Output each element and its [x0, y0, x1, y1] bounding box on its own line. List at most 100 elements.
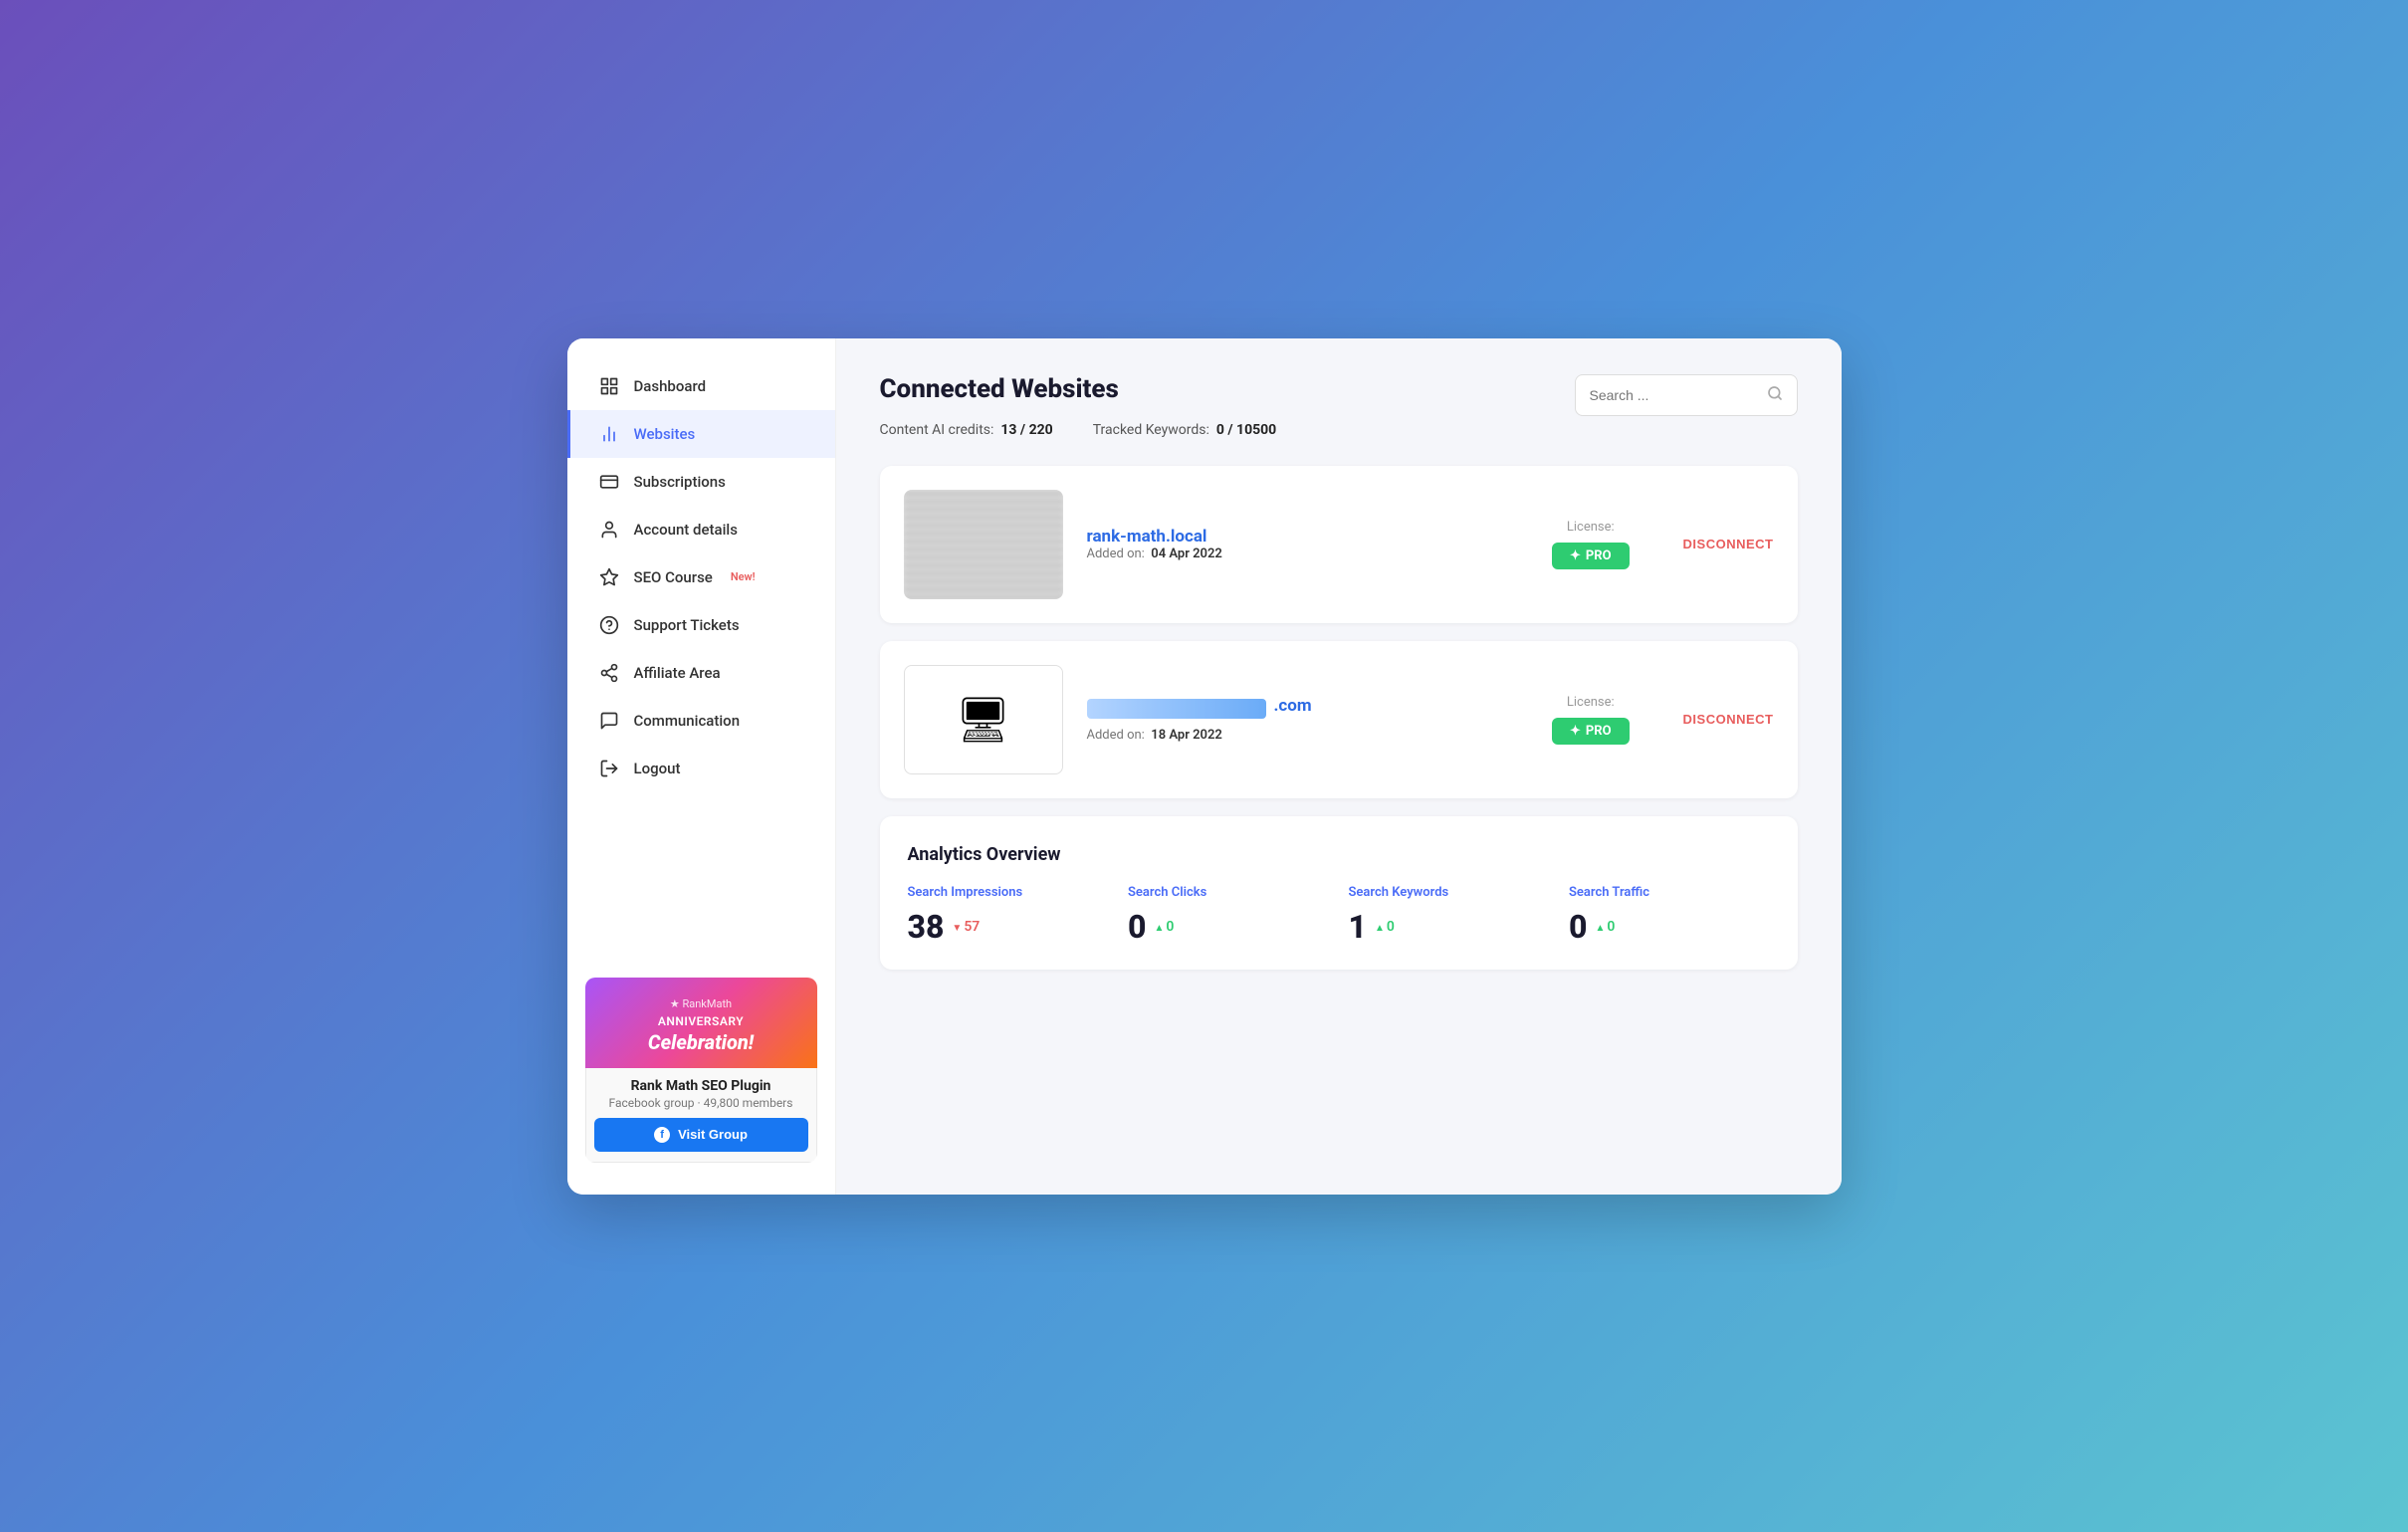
logout-icon [598, 758, 620, 779]
pro-badge-2: ✦ PRO [1552, 718, 1630, 745]
sidebar-item-label: Communication [634, 712, 741, 730]
promo-title: ANNIVERSARY [601, 1014, 801, 1028]
delta-up-arrow-traffic [1595, 919, 1605, 935]
analytics-value-row-keywords: 1 0 [1349, 908, 1550, 946]
sidebar-nav: Dashboard Websites Subscriptions [567, 362, 835, 962]
website-info-1: rank-math.local Added on: 04 Apr 2022 [1087, 527, 1528, 561]
delta-down-arrow [952, 919, 962, 935]
analytics-delta-keywords: 0 [1375, 919, 1395, 935]
analytics-label-clicks: Search Clicks [1128, 885, 1329, 900]
search-input[interactable] [1590, 387, 1759, 403]
page-header: Connected Websites [880, 374, 1798, 416]
sidebar-item-dashboard[interactable]: Dashboard [567, 362, 835, 410]
license-label-2: License: [1567, 695, 1615, 710]
delta-up-arrow-keywords [1375, 919, 1385, 935]
analytics-value-row-clicks: 0 0 [1128, 908, 1329, 946]
disconnect-button-1[interactable]: DISCONNECT [1683, 537, 1774, 551]
website-card-2: 🖥 .com Added on: 18 Apr 2022 License: ✦ … [880, 641, 1798, 798]
websites-icon [598, 423, 620, 445]
credits-row: Content AI credits: 13 / 220 Tracked Key… [880, 422, 1798, 438]
website-thumbnail-2: 🖥 [904, 665, 1063, 774]
website-thumbnail-1 [904, 490, 1063, 599]
analytics-delta-traffic: 0 [1595, 919, 1615, 935]
analytics-item-impressions: Search Impressions 38 57 [908, 885, 1109, 946]
pro-badge-text: PRO [1586, 548, 1612, 563]
search-icon [1767, 385, 1783, 405]
promo-brand: ★ RankMath [601, 997, 801, 1010]
website-name-blur [1087, 699, 1266, 719]
analytics-label-traffic: Search Traffic [1569, 885, 1770, 900]
sidebar-item-account[interactable]: Account details [567, 506, 835, 553]
analytics-value-row-traffic: 0 0 [1569, 908, 1770, 946]
sidebar-item-label: Account details [634, 521, 738, 539]
analytics-label-impressions: Search Impressions [908, 885, 1109, 900]
promo-info: Rank Math SEO Plugin Facebook group · 49… [585, 1068, 817, 1163]
analytics-label-keywords: Search Keywords [1349, 885, 1550, 900]
main-content: Connected Websites Content AI credits: 1… [836, 338, 1842, 1195]
website-date-1: 04 Apr 2022 [1151, 547, 1222, 561]
sidebar-item-label: Logout [634, 760, 681, 777]
website-added-2: Added on: 18 Apr 2022 [1087, 728, 1528, 743]
promo-card: ★ RankMath ANNIVERSARY Celebration! Rank… [585, 978, 817, 1163]
keywords-value: 0 / 10500 [1216, 422, 1276, 438]
pro-star-icon-2: ✦ [1570, 724, 1581, 739]
analytics-item-traffic: Search Traffic 0 0 [1569, 885, 1770, 946]
thumbnail-illustration: 🖥 [956, 694, 1011, 746]
pro-star-icon: ✦ [1570, 548, 1581, 563]
sidebar-item-subscriptions[interactable]: Subscriptions [567, 458, 835, 506]
tracked-keywords: Tracked Keywords: 0 / 10500 [1093, 422, 1277, 438]
website-name-1[interactable]: rank-math.local [1087, 527, 1207, 547]
sidebar-item-label: SEO Course [634, 568, 713, 586]
new-badge: New! [731, 570, 756, 583]
analytics-delta-impressions: 57 [952, 919, 980, 935]
visit-group-label: Visit Group [678, 1127, 748, 1142]
analytics-title: Analytics Overview [908, 844, 1770, 865]
sidebar-item-logout[interactable]: Logout [567, 745, 835, 792]
pro-badge-1: ✦ PRO [1552, 543, 1630, 569]
analytics-delta-clicks: 0 [1154, 919, 1174, 935]
subscriptions-icon [598, 471, 620, 493]
sidebar-item-label: Support Tickets [634, 616, 740, 634]
sidebar-item-affiliate[interactable]: Affiliate Area [567, 649, 835, 697]
ai-credits: Content AI credits: 13 / 220 [880, 422, 1053, 438]
search-box [1575, 374, 1798, 416]
sidebar-item-label: Subscriptions [634, 473, 726, 491]
analytics-value-clicks: 0 [1128, 908, 1146, 946]
sidebar-item-websites[interactable]: Websites [567, 410, 835, 458]
facebook-icon: f [654, 1127, 670, 1143]
analytics-value-traffic: 0 [1569, 908, 1587, 946]
website-license-2: License: ✦ PRO [1552, 695, 1630, 745]
analytics-item-clicks: Search Clicks 0 0 [1128, 885, 1329, 946]
app-container: Dashboard Websites Subscriptions [567, 338, 1842, 1195]
sidebar-item-label: Affiliate Area [634, 664, 721, 682]
visit-group-button[interactable]: f Visit Group [594, 1118, 808, 1152]
sidebar-item-seo-course[interactable]: SEO Course New! [567, 553, 835, 601]
ai-credits-value: 13 / 220 [1000, 422, 1052, 438]
sidebar-item-support[interactable]: Support Tickets [567, 601, 835, 649]
dashboard-icon [598, 375, 620, 397]
account-icon [598, 519, 620, 541]
page-title: Connected Websites [880, 374, 1119, 404]
thumbnail-blur [904, 490, 1063, 599]
promo-plugin-name: Rank Math SEO Plugin [594, 1078, 808, 1094]
pro-badge-text-2: PRO [1586, 724, 1612, 739]
analytics-value-row-impressions: 38 57 [908, 908, 1109, 946]
license-label-1: License: [1567, 520, 1615, 535]
analytics-value-keywords: 1 [1349, 908, 1367, 946]
website-name-row-2: .com [1087, 696, 1528, 722]
website-name-2[interactable]: .com [1274, 696, 1312, 716]
sidebar-item-communication[interactable]: Communication [567, 697, 835, 745]
promo-subtitle: Celebration! [601, 1030, 801, 1054]
website-card-1: rank-math.local Added on: 04 Apr 2022 Li… [880, 466, 1798, 623]
seo-course-icon [598, 566, 620, 588]
sidebar: Dashboard Websites Subscriptions [567, 338, 836, 1195]
analytics-section: Analytics Overview Search Impressions 38… [880, 816, 1798, 970]
website-date-2: 18 Apr 2022 [1151, 728, 1222, 743]
analytics-item-keywords: Search Keywords 1 0 [1349, 885, 1550, 946]
analytics-value-impressions: 38 [908, 908, 945, 946]
support-icon [598, 614, 620, 636]
website-added-1: Added on: 04 Apr 2022 [1087, 547, 1528, 561]
delta-up-arrow-clicks [1154, 919, 1164, 935]
disconnect-button-2[interactable]: DISCONNECT [1683, 712, 1774, 727]
website-license-1: License: ✦ PRO [1552, 520, 1630, 569]
